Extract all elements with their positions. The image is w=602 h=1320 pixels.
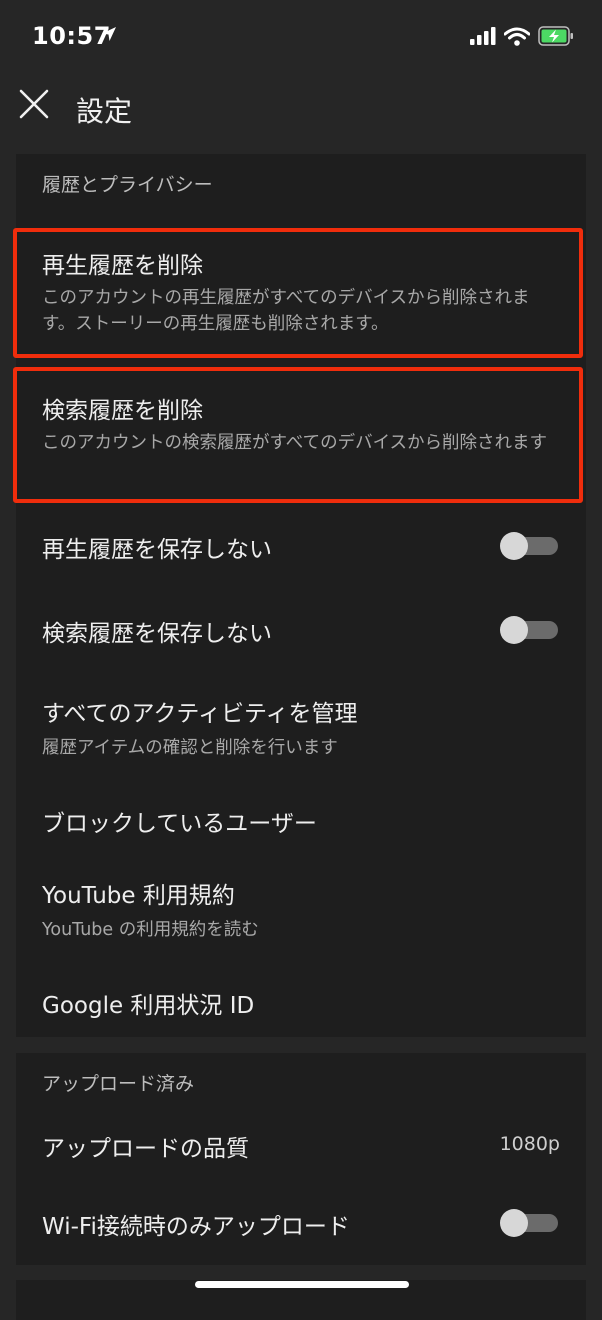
wifi-only-upload-toggle[interactable] bbox=[500, 1209, 560, 1237]
wifi-only-upload-item[interactable]: Wi-Fi接続時のみアップロード bbox=[16, 1193, 586, 1259]
status-time: 10:57 bbox=[32, 22, 111, 50]
pause-search-history-toggle[interactable] bbox=[500, 616, 560, 644]
clear-search-history-item[interactable]: 検索履歴を削除 このアカウントの検索履歴がすべてのデバイスから削除されます bbox=[13, 367, 586, 503]
clear-search-history-title: 検索履歴を削除 bbox=[42, 398, 203, 424]
manage-activity-subtitle: 履歴アイテムの確認と削除を行います bbox=[42, 738, 338, 758]
blocked-users-title: ブロックしているユーザー bbox=[42, 811, 317, 837]
manage-activity-item[interactable]: すべてのアクティビティを管理 履歴アイテムの確認と削除を行います bbox=[16, 682, 586, 772]
blocked-users-item[interactable]: ブロックしているユーザー bbox=[16, 790, 586, 846]
manage-activity-title: すべてのアクティビティを管理 bbox=[42, 701, 358, 727]
upload-quality-value: 1080p bbox=[499, 1133, 560, 1155]
pause-search-history-title: 検索履歴を保存しない bbox=[42, 621, 272, 647]
upload-quality-item[interactable]: アップロードの品質 1080p bbox=[16, 1119, 586, 1185]
pause-watch-history-toggle[interactable] bbox=[500, 532, 560, 560]
location-arrow-icon bbox=[101, 26, 117, 46]
battery-charging-icon bbox=[538, 26, 574, 50]
home-indicator bbox=[195, 1281, 409, 1288]
usage-id-item[interactable]: Google 利用状況 ID bbox=[16, 972, 586, 1028]
uploads-settings-card: アップロード済み アップロードの品質 1080p Wi-Fi接続時のみアップロー… bbox=[16, 1053, 586, 1265]
clear-watch-history-title: 再生履歴を削除 bbox=[42, 253, 203, 279]
app-header: 設定 bbox=[0, 72, 602, 144]
clear-search-history-subtitle: このアカウントの検索履歴がすべてのデバイスから削除されます bbox=[42, 433, 548, 453]
terms-subtitle: YouTube の利用規約を読む bbox=[42, 920, 259, 940]
terms-title: YouTube 利用規約 bbox=[42, 883, 235, 909]
page-title: 設定 bbox=[76, 95, 133, 128]
wifi-only-upload-title: Wi-Fi接続時のみアップロード bbox=[42, 1214, 350, 1240]
privacy-settings-card: 履歴とプライバシー 再生履歴を削除 このアカウントの再生履歴がすべてのデバイスか… bbox=[13, 154, 586, 1037]
upload-quality-title: アップロードの品質 bbox=[42, 1136, 249, 1162]
cellular-signal-icon bbox=[470, 27, 496, 49]
section-title-privacy: 履歴とプライバシー bbox=[42, 174, 213, 196]
usage-id-title: Google 利用状況 ID bbox=[42, 993, 255, 1019]
pause-watch-history-item[interactable]: 再生履歴を保存しない bbox=[16, 514, 586, 578]
status-bar: 10:57 bbox=[0, 0, 602, 72]
clear-watch-history-item[interactable]: 再生履歴を削除 このアカウントの再生履歴がすべてのデバイスから削除されます。スト… bbox=[13, 228, 586, 358]
pause-search-history-item[interactable]: 検索履歴を保存しない bbox=[16, 598, 586, 662]
close-icon bbox=[18, 88, 50, 124]
section-title-uploads: アップロード済み bbox=[42, 1073, 195, 1095]
close-button[interactable] bbox=[14, 86, 54, 126]
clear-watch-history-subtitle: このアカウントの再生履歴がすべてのデバイスから削除されます。ストーリーの再生履歴… bbox=[42, 288, 530, 334]
pause-watch-history-title: 再生履歴を保存しない bbox=[42, 537, 272, 563]
wifi-icon bbox=[503, 27, 531, 50]
terms-of-service-item[interactable]: YouTube 利用規約 YouTube の利用規約を読む bbox=[16, 864, 586, 950]
